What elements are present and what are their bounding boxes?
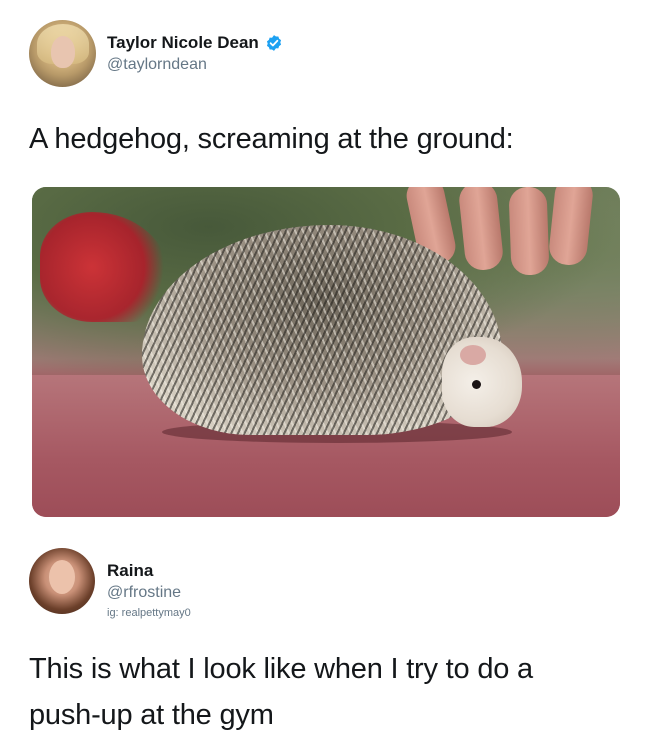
author-name-row: Taylor Nicole Dean	[107, 33, 283, 53]
author-handle[interactable]: @taylorndean	[107, 56, 207, 74]
hedgehog-eye	[472, 380, 481, 389]
avatar-face	[49, 560, 75, 594]
hedgehog-ear	[460, 345, 486, 365]
author-avatar[interactable]	[29, 20, 96, 87]
hedgehog-photo[interactable]	[32, 187, 620, 517]
reply-author-name[interactable]: Raina	[107, 561, 153, 581]
author-name[interactable]: Taylor Nicole Dean	[107, 33, 259, 53]
tweet-text: A hedgehog, screaming at the ground:	[29, 123, 514, 155]
reply-text-line-2: push-up at the gym	[29, 699, 274, 731]
reply-author-bio: ig: realpettymay0	[107, 607, 191, 619]
verified-badge-icon	[266, 35, 281, 51]
hedgehog	[142, 225, 522, 443]
reply-text: This is what I look like when I try to d…	[29, 646, 629, 738]
tweet-screenshot: Taylor Nicole Dean @taylorndean A hedgeh…	[0, 0, 651, 750]
reply-author-avatar[interactable]	[29, 548, 95, 614]
reply-author-handle[interactable]: @rfrostine	[107, 584, 181, 602]
reply-text-line-1: This is what I look like when I try to d…	[29, 653, 533, 685]
avatar-face	[51, 36, 75, 68]
